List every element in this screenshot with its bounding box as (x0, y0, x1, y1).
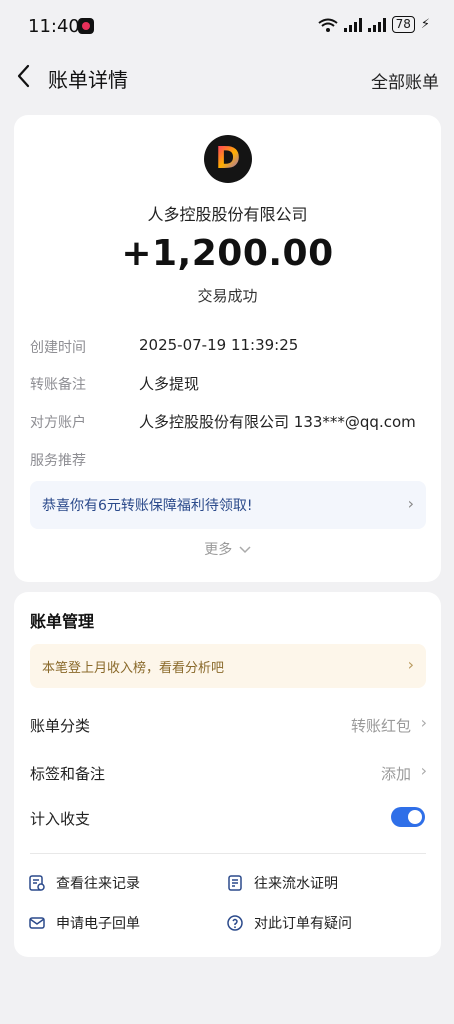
e-receipt-label: 申请电子回单 (56, 916, 140, 932)
transaction-card: D 人多控股股份有限公司 +1,200.00 交易成功 创建时间 2025-07… (14, 115, 441, 582)
signal-icon-2 (367, 17, 386, 32)
wifi-icon (317, 18, 338, 32)
section-title: 账单管理 (30, 612, 95, 631)
transaction-status: 交易成功 (197, 287, 258, 305)
detail-label-account: 对方账户 (30, 415, 86, 431)
tags-label: 标签和备注 (30, 765, 106, 783)
detail-value-remark: 人多提现 (139, 375, 200, 393)
status-time: 11:40 (28, 16, 80, 37)
detail-label-remark: 转账备注 (30, 377, 86, 393)
merchant-logo: D (204, 135, 252, 183)
order-question-button[interactable]: 对此订单有疑问 (226, 913, 352, 933)
order-question-label: 对此订单有疑问 (254, 916, 352, 932)
more-label: 更多 (204, 542, 233, 558)
chevron-left-icon (17, 64, 30, 88)
promo-text: 恭喜你有6元转账保障福利待领取! (42, 498, 253, 514)
signal-icon (343, 17, 362, 32)
promo-banner[interactable]: 恭喜你有6元转账保障福利待领取! › (30, 481, 426, 529)
app-notification-icon (78, 18, 94, 34)
statement-proof-button[interactable]: 往来流水证明 (226, 873, 338, 893)
income-rank-text: 本笔登上月收入榜，看看分析吧 (42, 661, 225, 676)
counterparty-name: 人多控股股份有限公司 (147, 205, 308, 224)
statement-proof-label: 往来流水证明 (254, 876, 338, 892)
include-balance-label: 计入收支 (30, 810, 91, 828)
income-rank-banner[interactable]: 本笔登上月收入榜，看看分析吧 › (30, 644, 426, 688)
detail-value-account: 人多控股股份有限公司 133***@qq.com (139, 413, 416, 431)
include-balance-toggle[interactable] (391, 807, 425, 827)
bill-management-card: 账单管理 本笔登上月收入榜，看看分析吧 › 账单分类 转账红包 › 标签和备注 … (14, 592, 441, 957)
view-records-label: 查看往来记录 (56, 876, 140, 892)
charging-icon: ⚡ (420, 17, 430, 32)
statement-icon (226, 874, 244, 892)
record-icon (28, 874, 46, 892)
view-records-button[interactable]: 查看往来记录 (28, 873, 140, 893)
chevron-down-icon (239, 546, 251, 554)
detail-label-service: 服务推荐 (30, 453, 86, 469)
question-icon (226, 914, 244, 932)
detail-value-created: 2025-07-19 11:39:25 (139, 336, 299, 354)
all-bills-link[interactable]: 全部账单 (371, 68, 439, 93)
battery-icon: 78 (391, 16, 415, 33)
chevron-right-icon: › (420, 713, 427, 732)
category-value[interactable]: 转账红包 (351, 715, 411, 736)
mail-icon (28, 914, 46, 932)
chevron-right-icon: › (420, 761, 427, 780)
back-button[interactable] (14, 62, 38, 94)
detail-label-created: 创建时间 (30, 340, 86, 356)
status-bar: 11:40 78 ⚡ (0, 0, 454, 56)
status-icons: 78 ⚡ (317, 16, 430, 33)
chevron-right-icon: › (407, 494, 414, 513)
divider (30, 853, 426, 854)
page-title: 账单详情 (48, 68, 128, 92)
tags-add-value[interactable]: 添加 (381, 763, 411, 784)
e-receipt-button[interactable]: 申请电子回单 (28, 913, 140, 933)
transaction-amount: +1,200.00 (121, 233, 334, 274)
more-button[interactable]: 更多 (14, 539, 441, 559)
chevron-right-icon: › (407, 655, 414, 674)
category-label: 账单分类 (30, 717, 91, 735)
